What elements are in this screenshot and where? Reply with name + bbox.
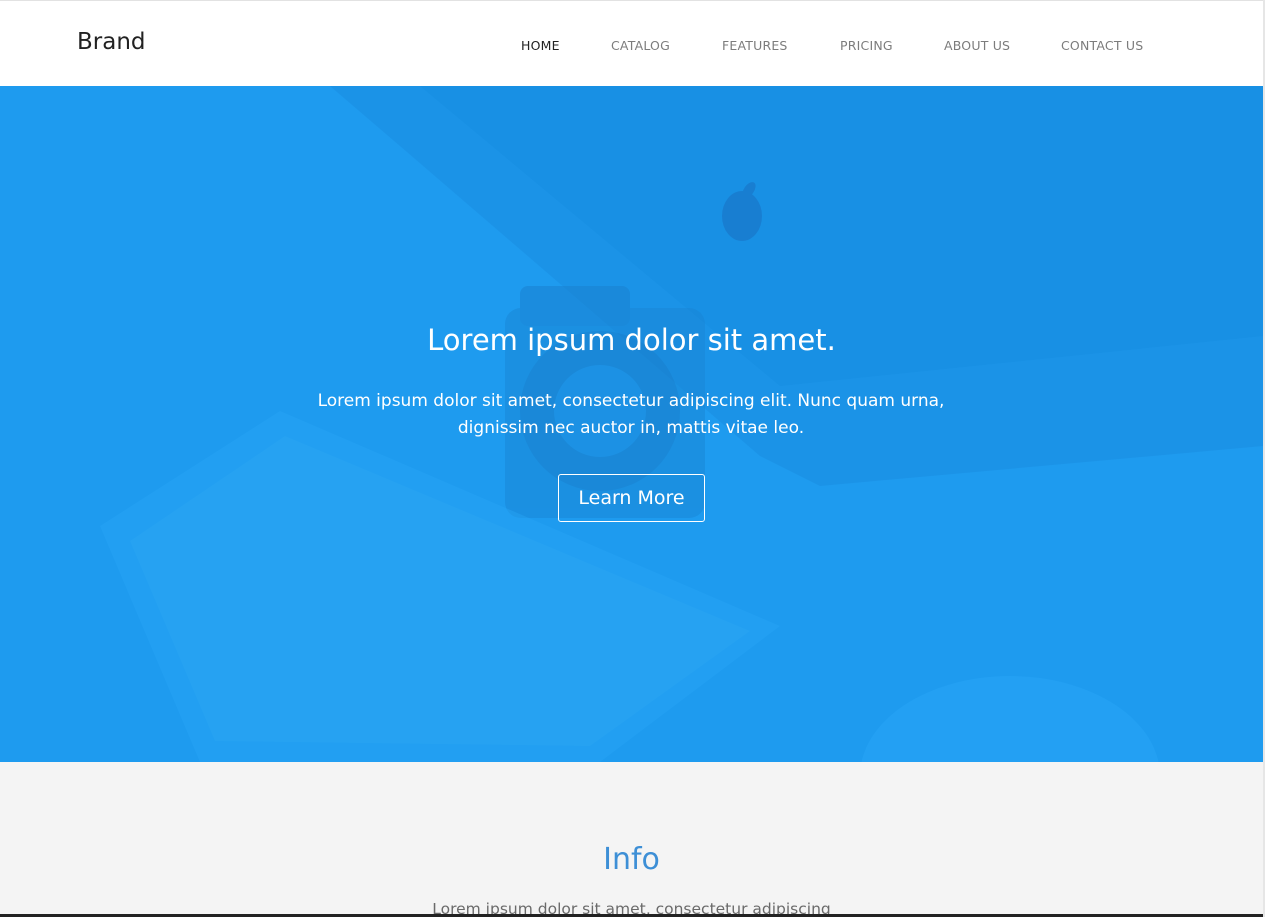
hero-section: Lorem ipsum dolor sit amet. Lorem ipsum …	[0, 86, 1263, 762]
nav-item-pricing[interactable]: PRICING	[840, 38, 893, 53]
hero-description: Lorem ipsum dolor sit amet, consectetur …	[317, 391, 945, 438]
nav-item-contact-us[interactable]: CONTACT US	[1061, 38, 1143, 53]
nav-item-features[interactable]: FEATURES	[722, 38, 788, 53]
main-nav: HOME CATALOG FEATURES PRICING ABOUT US C…	[0, 38, 1263, 54]
nav-item-catalog[interactable]: CATALOG	[611, 38, 670, 53]
top-navbar: Brand HOME CATALOG FEATURES PRICING ABOU…	[0, 0, 1263, 86]
nav-item-home[interactable]: HOME	[521, 38, 560, 53]
hero-title: Lorem ipsum dolor sit amet.	[427, 323, 836, 357]
nav-item-about-us[interactable]: ABOUT US	[944, 38, 1010, 53]
info-section: Info Lorem ipsum dolor sit amet, consect…	[0, 762, 1263, 918]
learn-more-button[interactable]: Learn More	[558, 474, 705, 522]
info-title: Info	[603, 842, 660, 877]
